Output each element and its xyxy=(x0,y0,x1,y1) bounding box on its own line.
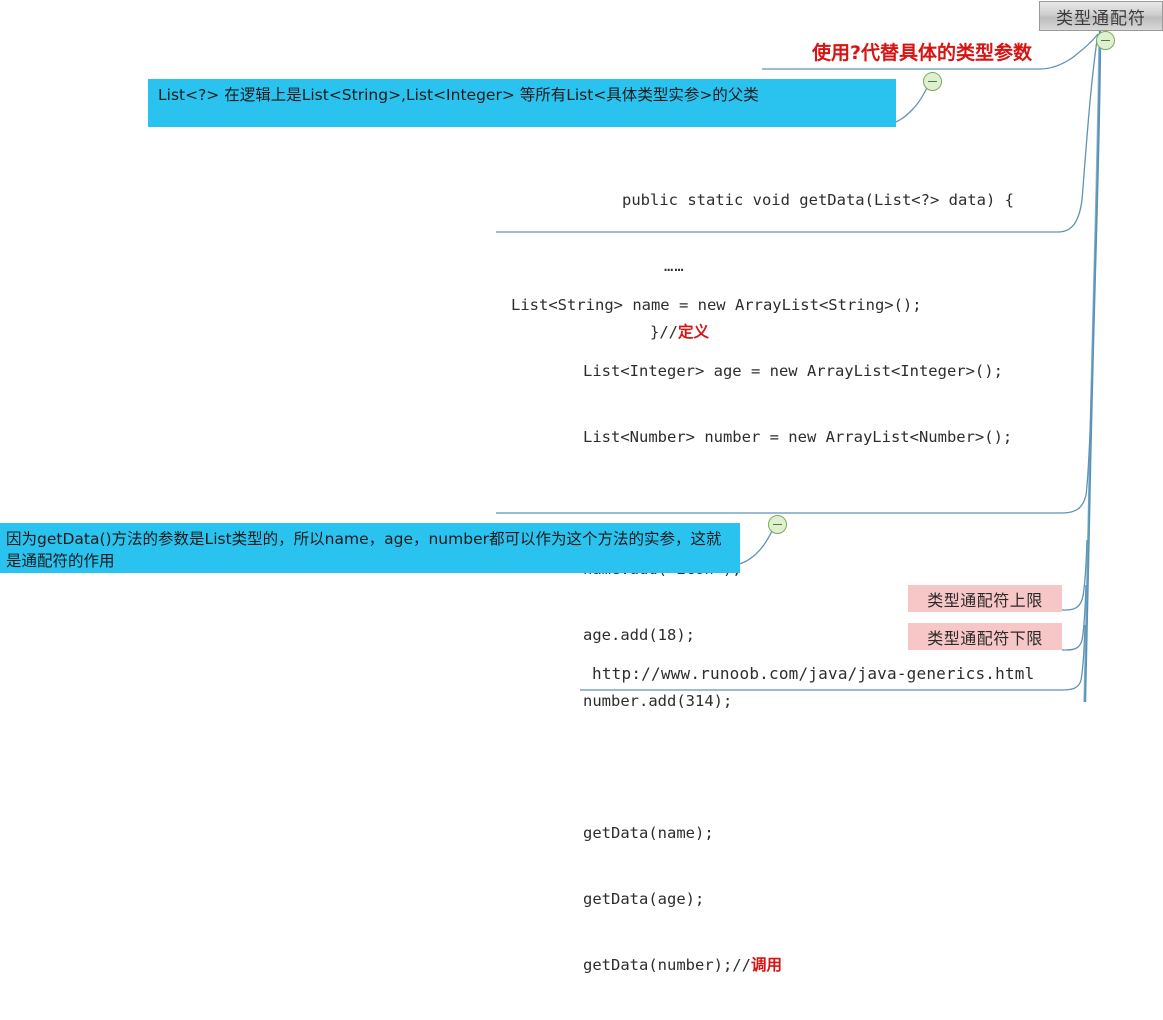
root-node-label: 类型通配符 xyxy=(1056,8,1146,29)
node-label: 类型通配符下限 xyxy=(927,628,1043,648)
trunk-line xyxy=(1083,30,1102,702)
code-line-text: getData(number);// xyxy=(583,956,751,974)
collapse-toggle-icon[interactable] xyxy=(1096,31,1115,50)
code-line: number.add(314); xyxy=(583,692,733,710)
code-line: List<String> name = new ArrayList<String… xyxy=(511,296,922,314)
trunk-line-highlight xyxy=(1083,32,1100,702)
code-line: getData(number);//调用 xyxy=(511,954,1012,976)
note-why-wildcard-works[interactable]: 因为getData()方法的参数是List类型的，所以name，age，numb… xyxy=(0,523,740,573)
note-wildcard-superclass[interactable]: List<?> 在逻辑上是List<String>,List<Integer> … xyxy=(148,79,896,127)
branch-line-lower-bound xyxy=(1062,584,1087,651)
reference-url[interactable]: http://www.runoob.com/java/java-generics… xyxy=(592,664,1034,683)
branch-line-upper-bound xyxy=(1062,539,1088,611)
collapse-toggle-icon[interactable] xyxy=(923,72,942,91)
collapse-toggle-icon[interactable] xyxy=(768,515,787,534)
code-line: public static void getData(List<?> data)… xyxy=(622,191,1014,209)
mindmap-canvas: 类型通配符 使用?代替具体的类型参数 List<?> 在逻辑上是List<Str… xyxy=(0,0,1163,974)
code-comment: 调用 xyxy=(750,956,782,974)
node-wildcard-lower-bound[interactable]: 类型通配符下限 xyxy=(908,623,1062,650)
node-label: 类型通配符上限 xyxy=(927,590,1043,610)
node-wildcard-upper-bound[interactable]: 类型通配符上限 xyxy=(908,585,1062,612)
code-line: getData(age); xyxy=(583,890,705,908)
root-node[interactable]: 类型通配符 xyxy=(1039,1,1163,31)
code-line: List<Integer> age = new ArrayList<Intege… xyxy=(583,362,1003,380)
code-line: List<Number> number = new ArrayList<Numb… xyxy=(583,428,1013,446)
topic-heading[interactable]: 使用?代替具体的类型参数 xyxy=(812,38,1032,65)
code-line: getData(name); xyxy=(583,824,714,842)
